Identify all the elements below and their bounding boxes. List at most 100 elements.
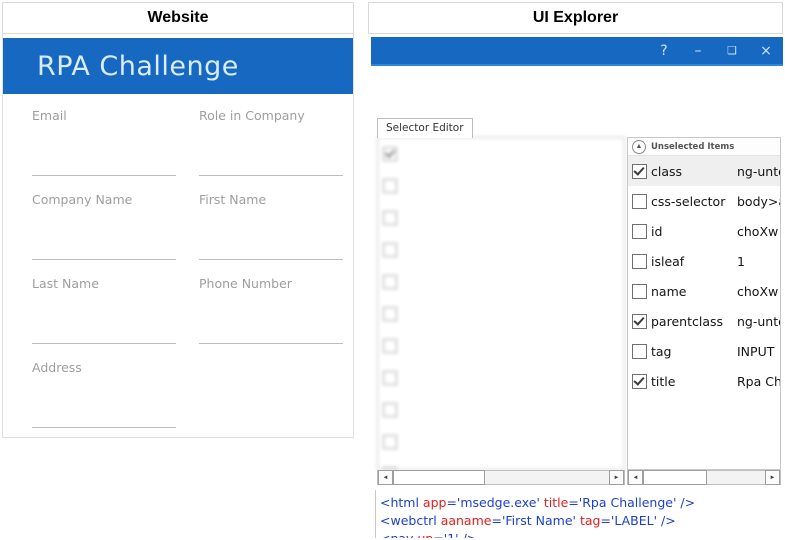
property-grid-scroll-thumb[interactable] xyxy=(643,470,707,485)
field-phone-number-label: Phone Number xyxy=(199,276,292,291)
field-first-name: First Name xyxy=(199,192,347,260)
first-name-input[interactable] xyxy=(199,212,347,240)
field-role-in-company: Role in Company xyxy=(199,108,347,176)
property-row[interactable]: parentclass ng-untou xyxy=(628,306,780,336)
property-grid-header-label: Unselected Items xyxy=(651,141,735,152)
selector-node-list[interactable] xyxy=(377,137,625,470)
website-caption: Website xyxy=(2,2,354,34)
property-grid-hscrollbar[interactable]: ◄ ► xyxy=(627,470,781,485)
property-row-checkbox[interactable] xyxy=(632,373,647,389)
property-row-name: css-selector xyxy=(651,193,726,209)
property-row-checkbox[interactable] xyxy=(632,343,647,359)
minimize-icon-glyph: – xyxy=(694,42,702,59)
address-input[interactable] xyxy=(32,380,180,408)
property-row[interactable]: css-selector body>ap xyxy=(628,186,780,216)
property-row-value: ng-untou xyxy=(737,313,780,329)
field-company-name-label: Company Name xyxy=(32,192,133,207)
property-row[interactable]: isleaf 1 xyxy=(628,246,780,276)
phone-number-input[interactable] xyxy=(199,296,347,324)
selector-xml-line: <nav up='1' /> xyxy=(380,530,783,538)
node-list-item[interactable] xyxy=(378,202,624,234)
property-row[interactable]: tag INPUT xyxy=(628,336,780,366)
selector-tag-text: <html xyxy=(380,495,423,510)
selector-tag-text: ='msedge.exe' xyxy=(446,495,544,510)
selector-tag-text: ='Rpa Challenge' /> xyxy=(568,495,696,510)
node-list-item[interactable] xyxy=(378,458,624,469)
help-icon[interactable]: ? xyxy=(647,37,681,64)
website-caption-label: Website xyxy=(147,9,209,26)
node-list-item[interactable] xyxy=(378,298,624,330)
field-email: Email xyxy=(32,108,180,176)
node-list-item-checkbox[interactable] xyxy=(383,403,397,417)
property-row-checkbox[interactable] xyxy=(632,193,647,209)
node-list-item[interactable] xyxy=(378,426,624,458)
property-row-value: ng-untouc xyxy=(737,163,780,179)
property-grid[interactable]: ▲ Unselected Items class ng-untouc css-sel… xyxy=(627,137,781,470)
node-list-hscrollbar[interactable]: ◄ ► xyxy=(377,470,625,485)
field-email-label: Email xyxy=(32,108,67,123)
email-input[interactable] xyxy=(32,128,180,156)
close-icon-glyph: × xyxy=(760,42,772,59)
scroll-right-icon[interactable]: ► xyxy=(765,470,780,485)
node-list-item[interactable] xyxy=(378,170,624,202)
scroll-right-icon[interactable]: ► xyxy=(609,470,624,485)
property-row[interactable]: class ng-untouc xyxy=(628,156,780,186)
node-list-item[interactable] xyxy=(378,362,624,394)
property-row-checkbox[interactable] xyxy=(632,313,647,329)
collapse-chevron-icon[interactable]: ▲ xyxy=(632,139,646,154)
ui-explorer-caption-label: UI Explorer xyxy=(532,9,619,26)
minimize-icon[interactable]: – xyxy=(681,37,715,64)
property-row[interactable]: name choXw xyxy=(628,276,780,306)
node-list-item-checkbox[interactable] xyxy=(383,211,397,225)
maximize-icon[interactable]: ❑ xyxy=(715,37,749,64)
field-company-name: Company Name xyxy=(32,192,180,260)
field-address: Address xyxy=(32,360,180,428)
field-role-in-company-underline xyxy=(199,175,343,176)
field-address-label: Address xyxy=(32,360,82,375)
property-row-checkbox[interactable] xyxy=(632,163,647,179)
scroll-left-icon[interactable]: ◄ xyxy=(378,470,393,485)
node-list-item-checkbox[interactable] xyxy=(383,243,397,257)
ui-explorer-caption: UI Explorer xyxy=(368,2,783,34)
scroll-left-icon[interactable]: ◄ xyxy=(628,470,643,485)
property-row-value: INPUT xyxy=(737,343,775,359)
property-row-checkbox[interactable] xyxy=(632,253,647,269)
company-name-input[interactable] xyxy=(32,212,180,240)
node-list-item-checkbox[interactable] xyxy=(383,339,397,353)
node-list-item-checkbox[interactable] xyxy=(383,307,397,321)
rpa-challenge-title: RPA Challenge xyxy=(37,50,239,82)
node-list-item-checkbox[interactable] xyxy=(383,275,397,289)
tab-selector-editor-label: Selector Editor xyxy=(386,122,464,134)
website-pane: RPA Challenge Email Role in Company Comp… xyxy=(2,34,354,438)
node-list-item-checkbox[interactable] xyxy=(383,435,397,449)
selector-xml-editor[interactable]: <html app='msedge.exe' title='Rpa Challe… xyxy=(375,490,783,538)
node-list-item[interactable] xyxy=(378,138,624,170)
node-list-scroll-thumb[interactable] xyxy=(393,470,485,485)
node-list-item[interactable] xyxy=(378,234,624,266)
selector-xml-line: <webctrl aaname='First Name' tag='LABEL'… xyxy=(380,512,783,530)
selector-xml-line: <html app='msedge.exe' title='Rpa Challe… xyxy=(380,494,783,512)
node-list-item-checkbox[interactable] xyxy=(383,371,397,385)
property-row[interactable]: id choXw xyxy=(628,216,780,246)
close-icon[interactable]: × xyxy=(749,37,783,64)
selector-attribute-name: aaname xyxy=(440,513,492,528)
tab-selector-editor[interactable]: Selector Editor xyxy=(377,118,473,138)
selector-tag-text: ='1' /> xyxy=(433,531,477,538)
node-list-item[interactable] xyxy=(378,394,624,426)
field-phone-number-underline xyxy=(199,343,343,344)
last-name-input[interactable] xyxy=(32,296,180,324)
property-row-checkbox[interactable] xyxy=(632,223,647,239)
property-row-checkbox[interactable] xyxy=(632,283,647,299)
node-list-item-checkbox[interactable] xyxy=(383,179,397,193)
selector-attribute-name: up xyxy=(417,531,433,538)
role-in-company-input[interactable] xyxy=(199,128,347,156)
ui-explorer-window: ? – ❑ × Selector Editor ▲ Unselected Ite… xyxy=(368,34,783,538)
property-row-value: 1 xyxy=(737,253,745,269)
property-row-name: name xyxy=(651,283,687,299)
help-icon-glyph: ? xyxy=(660,42,668,59)
node-list-item-checkbox[interactable] xyxy=(383,147,397,161)
field-role-in-company-label: Role in Company xyxy=(199,108,305,123)
property-row[interactable]: title Rpa Chall xyxy=(628,366,780,396)
node-list-item[interactable] xyxy=(378,266,624,298)
node-list-item[interactable] xyxy=(378,330,624,362)
